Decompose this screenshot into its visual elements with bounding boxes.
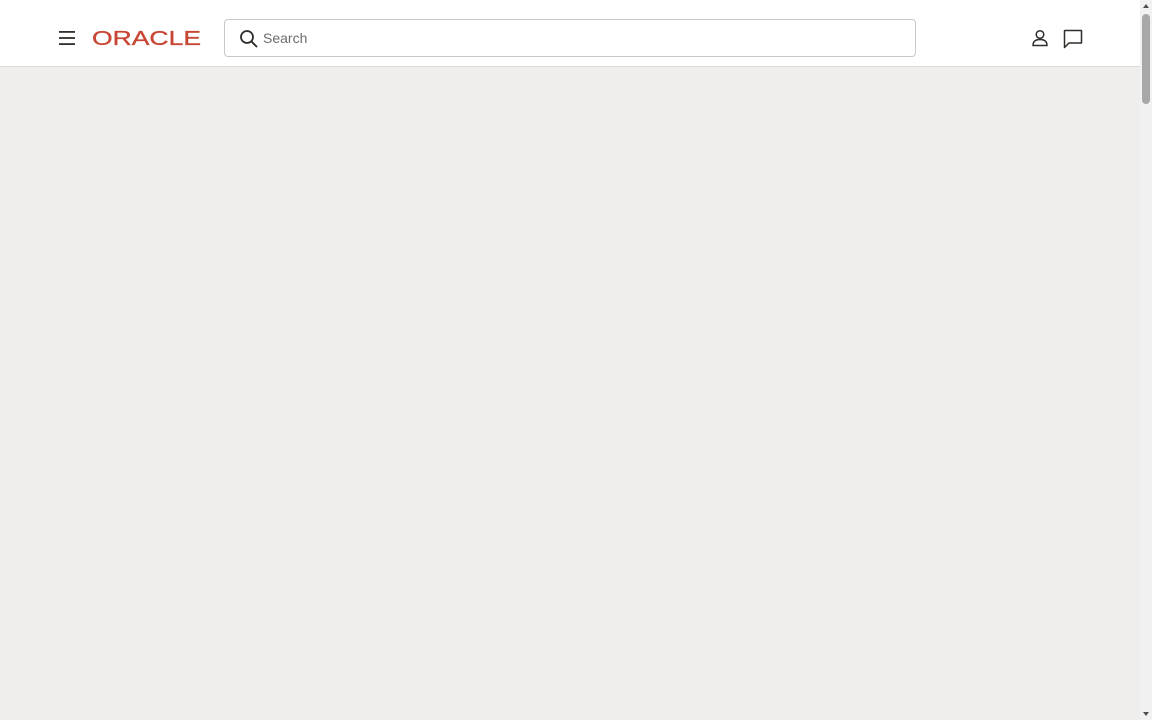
- oracle-logo-text: ORACLE: [92, 29, 201, 47]
- scrollbar-thumb[interactable]: [1142, 14, 1150, 104]
- menu-icon: [59, 31, 75, 45]
- site-header: ORACLE: [0, 0, 1140, 67]
- oracle-logo[interactable]: ORACLE: [92, 29, 202, 47]
- page-viewport: ORACLE: [0, 0, 1140, 720]
- chat-icon: [1063, 29, 1083, 49]
- search-icon: [239, 29, 259, 49]
- menu-button[interactable]: [56, 26, 78, 50]
- search-box[interactable]: [224, 19, 916, 57]
- search-input[interactable]: [263, 20, 903, 56]
- vertical-scrollbar[interactable]: [1140, 0, 1152, 720]
- account-icon: [1032, 29, 1048, 47]
- account-button[interactable]: [1030, 28, 1050, 48]
- scroll-up-arrow-icon[interactable]: [1140, 0, 1152, 12]
- scroll-down-arrow-icon[interactable]: [1140, 708, 1152, 720]
- chat-button[interactable]: [1062, 28, 1084, 50]
